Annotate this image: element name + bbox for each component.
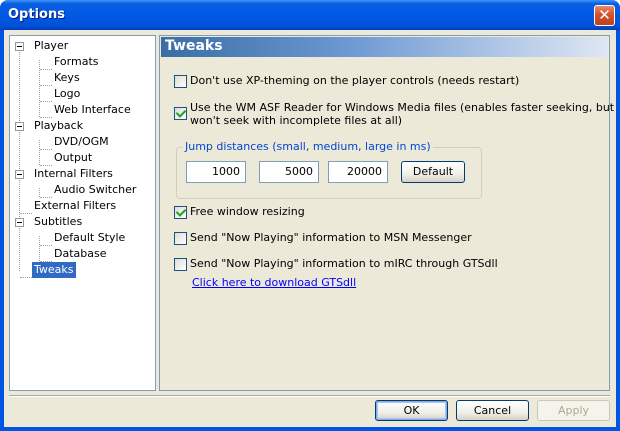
tree-item-internal-filters[interactable]: Internal Filters [32,166,115,182]
tree-item-dvd-ogm[interactable]: DVD/OGM [52,134,111,150]
panel-header: Tweaks [161,37,608,57]
msn-label[interactable]: Send "Now Playing" information to MSN Me… [190,231,472,244]
free-resize-checkbox[interactable] [174,206,187,219]
close-icon[interactable]: ✕ [594,5,615,26]
msn-checkbox[interactable] [174,232,187,245]
tree-line [40,69,52,70]
dialog-body: Player Formats Keys Logo Web Interface P… [4,30,616,427]
separator [9,395,610,397]
tree-line [20,213,32,214]
tree-item-keys[interactable]: Keys [52,70,82,86]
jump-distances-group: Jump distances (small, medium, large in … [176,140,482,199]
tree-item-playback[interactable]: Playback [32,118,85,134]
tree-line [40,85,52,86]
tree-line [40,149,52,150]
tree-item-default-style[interactable]: Default Style [52,230,127,246]
xp-theming-checkbox[interactable] [174,75,187,88]
jump-large-input[interactable]: 20000 [328,161,388,183]
tweaks-panel: Tweaks Don't use XP-theming on the playe… [159,35,614,391]
tree-item-external-filters[interactable]: External Filters [32,198,118,214]
window-title: Options [8,7,65,22]
tree-item-player[interactable]: Player [32,38,70,54]
tree-line [39,236,40,261]
collapse-icon[interactable] [15,42,24,51]
jump-medium-input[interactable]: 5000 [259,161,319,183]
jump-distances-caption: Jump distances (small, medium, large in … [183,140,433,153]
tree-item-database[interactable]: Database [52,246,109,262]
tree-item-audio-switcher[interactable]: Audio Switcher [52,182,138,198]
free-resize-label[interactable]: Free window resizing [190,205,305,218]
collapse-icon[interactable] [15,218,24,227]
cancel-button[interactable]: Cancel [456,400,529,421]
tree-line [39,188,40,197]
default-button[interactable]: Default [401,161,465,183]
ok-button[interactable]: OK [375,400,448,421]
options-window: Options ✕ Player Formats Keys Logo Web I… [0,0,620,431]
mirc-checkbox[interactable] [174,258,187,271]
tree-item-logo[interactable]: Logo [52,86,82,102]
tree-line [40,245,52,246]
tree-item-web-interface[interactable]: Web Interface [52,102,133,118]
tree-line [39,140,40,165]
tree-item-output[interactable]: Output [52,150,94,166]
xp-theming-label[interactable]: Don't use XP-theming on the player contr… [190,74,519,87]
tree-item-tweaks[interactable]: Tweaks [32,262,76,278]
tree-item-subtitles[interactable]: Subtitles [32,214,84,230]
options-tree: Player Formats Keys Logo Web Interface P… [9,35,156,391]
tree-line [20,277,32,278]
mirc-label[interactable]: Send "Now Playing" information to mIRC t… [190,257,498,270]
download-gtsdll-link[interactable]: Click here to download GTSdll [192,276,356,289]
tree-line [40,101,52,102]
tree-line [19,50,20,271]
wm-asf-reader-checkbox[interactable] [174,107,187,120]
jump-small-input[interactable]: 1000 [186,161,246,183]
wm-asf-reader-label[interactable]: Use the WM ASF Reader for Windows Media … [190,101,614,114]
wm-asf-reader-label-line2[interactable]: won't seek with incomplete files at all) [190,114,402,127]
tree-item-formats[interactable]: Formats [52,54,101,70]
collapse-icon[interactable] [15,170,24,179]
panel-title: Tweaks [165,38,223,54]
apply-button[interactable]: Apply [537,400,610,421]
title-bar[interactable]: Options ✕ [0,0,620,30]
collapse-icon[interactable] [15,122,24,131]
